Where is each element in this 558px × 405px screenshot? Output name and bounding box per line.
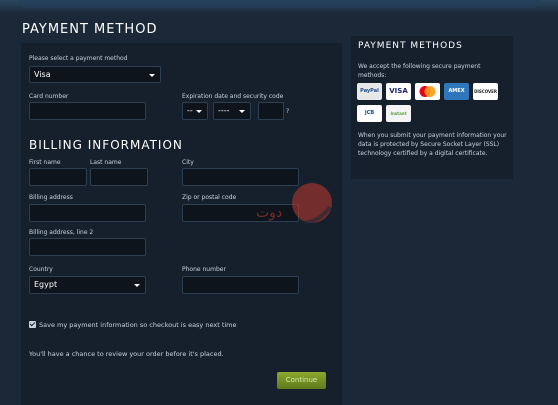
chevron-down-icon: [149, 74, 155, 77]
security-code-help[interactable]: ?: [286, 108, 289, 115]
payment-method-value: Visa: [34, 70, 51, 79]
billing-address2-input[interactable]: [29, 238, 146, 256]
exp-month-select[interactable]: --: [182, 102, 208, 120]
payment-methods-sidebar: PAYMENT METHODS We accept the following …: [351, 36, 513, 179]
discover-card-icon: DISCOVER: [473, 83, 498, 100]
page-title: PAYMENT METHOD: [22, 22, 158, 37]
country-value: Egypt: [34, 280, 58, 289]
phone-label: Phone number: [182, 266, 226, 273]
save-payment-checkbox[interactable]: [29, 321, 36, 328]
watermark-text: دوت: [256, 205, 282, 221]
country-select[interactable]: Egypt: [29, 276, 146, 294]
continue-button[interactable]: Continue: [277, 372, 326, 389]
security-code-input[interactable]: [258, 102, 284, 120]
exp-month-value: --: [187, 106, 193, 115]
instant-card-icon: Instant: [386, 105, 411, 122]
payment-method-select[interactable]: Visa: [29, 66, 161, 83]
phone-input[interactable]: [182, 276, 299, 294]
chevron-down-icon: [239, 110, 245, 113]
last-name-label: Last name: [90, 159, 122, 166]
top-header-glow: [0, 0, 558, 14]
billing-address-input[interactable]: [29, 204, 146, 222]
card-number-input[interactable]: [29, 102, 146, 120]
card-number-label: Card number: [29, 93, 69, 100]
billing-address-label: Billing address: [29, 194, 73, 201]
sidebar-intro: We accept the following secure payment m…: [358, 63, 481, 79]
chevron-down-icon: [196, 110, 202, 113]
amex-card-icon: AMEX: [444, 83, 469, 100]
visa-card-icon: VISA: [386, 83, 411, 100]
mastercard-card-icon: [415, 83, 440, 100]
payment-method-label: Please select a payment method: [29, 55, 128, 62]
billing-title: BILLING INFORMATION: [29, 138, 183, 152]
review-note: You'll have a chance to review your orde…: [29, 350, 224, 358]
expiration-label: Expiration date and security code: [182, 93, 284, 100]
sidebar-security-text: When you submit your payment information…: [358, 132, 507, 157]
paypal-card-icon: PayPal: [357, 83, 382, 100]
billing-address2-label: Billing address, line 2: [29, 229, 94, 236]
zip-label: Zip or postal code: [182, 194, 237, 201]
first-name-label: First name: [29, 159, 61, 166]
mastercard-circles-icon: [419, 86, 436, 97]
sidebar-title: PAYMENT METHODS: [358, 41, 463, 51]
exp-year-select[interactable]: ----: [213, 102, 251, 120]
last-name-input[interactable]: [90, 168, 148, 186]
watermark-logo: دوت: [256, 183, 332, 225]
save-payment-label[interactable]: Save my payment information so checkout …: [39, 321, 237, 329]
city-label: City: [182, 159, 194, 166]
country-label: Country: [29, 266, 53, 273]
exp-year-value: ----: [218, 106, 230, 115]
first-name-input[interactable]: [29, 168, 87, 186]
chevron-down-icon: [134, 284, 140, 287]
jcb-card-icon: JCB: [357, 105, 382, 122]
